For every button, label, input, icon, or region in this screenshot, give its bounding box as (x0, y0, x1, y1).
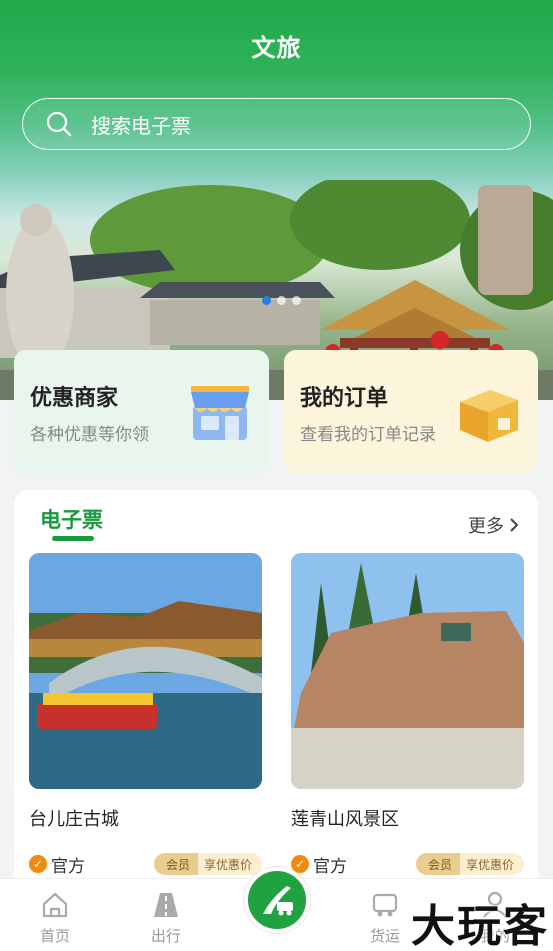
chevron-right-icon (510, 518, 519, 532)
nav-item-travel[interactable]: 出行 (131, 889, 201, 946)
nav-label-travel: 出行 (150, 927, 181, 945)
nav-label-home: 首页 (39, 927, 70, 945)
member-price-badge: 会员 享优惠价 (153, 853, 262, 875)
watermark: 大玩客 (411, 901, 549, 951)
truck-icon (372, 893, 398, 917)
road-icon (154, 893, 178, 917)
package-icon (460, 390, 518, 442)
official-label: 官方 (313, 856, 347, 877)
carousel-dot[interactable] (277, 296, 286, 305)
more-label: 更多 (468, 516, 504, 537)
carousel-dot[interactable] (292, 296, 301, 305)
verified-icon: ✓ (291, 855, 309, 873)
nav-center-button[interactable] (244, 867, 310, 933)
badge-member: 会员 (415, 853, 460, 875)
nav-item-freight[interactable]: 货运 (350, 889, 420, 946)
section-title: 电子票 (40, 508, 103, 532)
ticket-name: 台儿庄古城 (29, 809, 119, 830)
search-placeholder: 搜索电子票 (91, 113, 191, 138)
badge-price: 享优惠价 (197, 853, 262, 875)
tickets-section: 电子票 更多 台儿庄古城 ✓ 官方 会员 享优惠价 莲青山风景区 ✓ 官方 会员… (14, 490, 538, 890)
search-icon (46, 111, 72, 137)
ticket-image[interactable] (291, 553, 524, 789)
member-price-badge: 会员 享优惠价 (415, 853, 524, 875)
ticket-card[interactable]: 莲青山风景区 ✓ 官方 会员 享优惠价 (291, 553, 524, 877)
page-title: 文旅 (251, 34, 302, 62)
more-link[interactable]: 更多 (468, 512, 520, 538)
ticket-card[interactable]: 台儿庄古城 ✓ 官方 会员 享优惠价 (29, 553, 262, 877)
ticket-meta: ✓ 官方 会员 享优惠价 (29, 853, 262, 877)
deals-card[interactable]: 优惠商家 各种优惠等你领 (14, 350, 269, 474)
store-icon (191, 386, 249, 440)
verified-icon: ✓ (29, 855, 47, 873)
orders-card[interactable]: 我的订单 查看我的订单记录 (284, 350, 538, 474)
badge-member: 会员 (153, 853, 198, 875)
ticket-meta: ✓ 官方 会员 享优惠价 (291, 853, 524, 877)
ticket-name: 莲青山风景区 (291, 809, 399, 830)
nav-label-freight: 货运 (369, 927, 400, 945)
travel-icon (263, 886, 293, 916)
carousel-dot[interactable] (262, 296, 271, 305)
search-bar[interactable]: 搜索电子票 (22, 98, 531, 150)
ticket-image[interactable] (29, 553, 262, 789)
official-label: 官方 (51, 856, 85, 877)
nav-item-home[interactable]: 首页 (20, 889, 90, 946)
carousel-indicator (262, 296, 301, 305)
badge-price: 享优惠价 (459, 853, 524, 875)
section-title-underline (52, 536, 94, 541)
hero-banner[interactable]: 文旅 搜索电子票 (0, 0, 553, 400)
home-icon (42, 892, 68, 918)
